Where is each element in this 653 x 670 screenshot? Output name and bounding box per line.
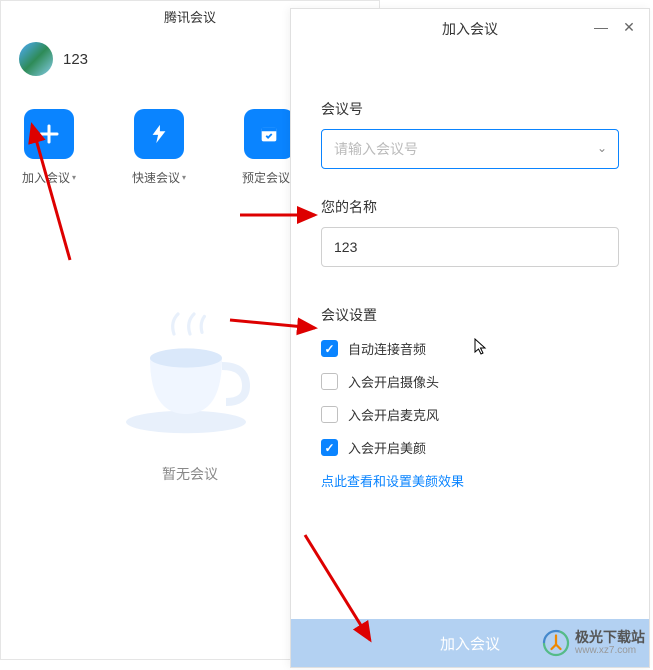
join-dialog: 加入会议 — ✕ 会议号 ⌄ 您的名称 会议设置 自动连接音频 入会开启摄像头 …: [290, 8, 650, 668]
dialog-minimize-button[interactable]: —: [589, 17, 613, 37]
name-label: 您的名称: [321, 197, 619, 217]
main-title: 腾讯会议: [164, 7, 216, 26]
dialog-title: 加入会议: [442, 19, 498, 39]
action-label: 预定会议: [242, 169, 290, 186]
calendar-icon: [244, 109, 294, 159]
meeting-id-input-wrap: ⌄: [321, 129, 619, 169]
checkbox-icon: [321, 439, 338, 456]
flash-icon: [134, 109, 184, 159]
username: 123: [63, 51, 293, 68]
join-meeting-action[interactable]: 加入会议▾: [19, 109, 79, 186]
beauty-settings-link[interactable]: 点此查看和设置美颜效果: [321, 471, 619, 490]
option-label: 入会开启美颜: [348, 438, 426, 457]
option-label: 入会开启摄像头: [348, 372, 439, 391]
action-label: 快速会议: [132, 169, 180, 186]
action-label: 加入会议: [22, 169, 70, 186]
plus-icon: [24, 109, 74, 159]
option-label: 入会开启麦克风: [348, 405, 439, 424]
name-input-wrap: [321, 227, 619, 267]
checkbox-icon: [321, 373, 338, 390]
empty-text: 暂无会议: [162, 464, 218, 484]
dialog-titlebar: 加入会议 — ✕: [291, 9, 649, 49]
settings-label: 会议设置: [321, 305, 619, 325]
dialog-close-button[interactable]: ✕: [617, 17, 641, 37]
option-label: 自动连接音频: [348, 339, 426, 358]
join-button[interactable]: 加入会议: [291, 619, 649, 667]
meeting-id-label: 会议号: [321, 99, 619, 119]
meeting-id-input[interactable]: [321, 129, 619, 169]
dialog-body: 会议号 ⌄ 您的名称 会议设置 自动连接音频 入会开启摄像头 入会开启麦克风 入…: [291, 49, 649, 490]
option-auto-audio[interactable]: 自动连接音频: [321, 339, 619, 358]
quick-meeting-action[interactable]: 快速会议▾: [129, 109, 189, 186]
cup-illustration: [110, 286, 270, 446]
option-microphone[interactable]: 入会开启麦克风: [321, 405, 619, 424]
option-beauty[interactable]: 入会开启美颜: [321, 438, 619, 457]
checkbox-icon: [321, 340, 338, 357]
checkbox-icon: [321, 406, 338, 423]
chevron-down-icon: ▾: [72, 173, 76, 182]
name-input[interactable]: [321, 227, 619, 267]
option-camera[interactable]: 入会开启摄像头: [321, 372, 619, 391]
avatar[interactable]: [19, 42, 53, 76]
chevron-down-icon: ▾: [182, 173, 186, 182]
